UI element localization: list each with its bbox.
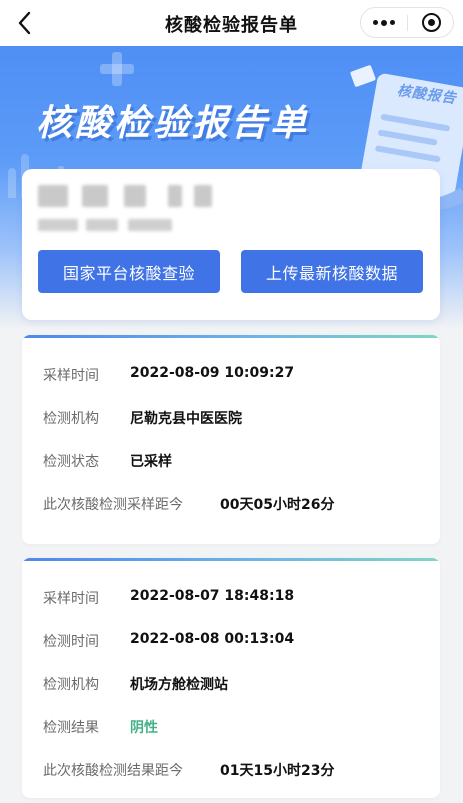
row-value: 2022-08-08 00:13:04: [130, 631, 295, 647]
row-value: 2022-08-09 10:09:27: [130, 365, 295, 381]
row-label: 采样时间: [43, 591, 99, 607]
plus-decoration-icon: [100, 52, 134, 86]
record-row-test-time: 检测时间 2022-08-08 00:13:04: [43, 631, 294, 651]
row-value: 00天05小时26分: [220, 497, 335, 513]
mini-program-capsule: [360, 7, 454, 38]
row-label: 采样时间: [43, 368, 99, 384]
test-record-card[interactable]: 采样时间 2022-08-09 10:09:27 检测机构 尼勒克县中医医院 检…: [22, 335, 440, 544]
card-accent-line: [22, 558, 440, 561]
negative-result-value: 阴性: [130, 720, 158, 736]
row-value: 机场方舱检测站: [130, 677, 228, 693]
more-dots-icon[interactable]: [361, 8, 407, 37]
record-row-sampling-time: 采样时间 2022-08-09 10:09:27: [43, 365, 294, 385]
row-label: 此次核酸检测结果距今: [43, 763, 183, 779]
test-record-card[interactable]: 采样时间 2022-08-07 18:48:18 检测时间 2022-08-08…: [22, 558, 440, 798]
record-row-sampling-time: 采样时间 2022-08-07 18:48:18: [43, 588, 294, 608]
redacted-id-number: [38, 219, 178, 233]
close-circle-icon[interactable]: [408, 8, 454, 37]
row-value: 尼勒克县中医医院: [130, 411, 242, 427]
record-row-elapsed: 此次核酸检测采样距今 00天05小时26分: [43, 494, 334, 514]
hero-title: 核酸检验报告单: [36, 103, 310, 144]
record-row-status: 检测状态 已采样: [43, 451, 172, 471]
row-label: 检测状态: [43, 454, 99, 470]
redacted-user-name: [38, 183, 218, 209]
row-label: 检测结果: [43, 720, 99, 736]
row-value: 01天15小时23分: [220, 763, 335, 779]
record-row-result: 检测结果 阴性: [43, 717, 158, 737]
row-label: 此次核酸检测采样距今: [43, 497, 183, 513]
row-label: 检测机构: [43, 677, 99, 693]
navigation-bar: 核酸检验报告单: [0, 0, 463, 46]
record-row-institution: 检测机构 尼勒克县中医医院: [43, 408, 242, 428]
card-accent-line: [22, 335, 440, 338]
row-label: 检测机构: [43, 411, 99, 427]
row-label: 检测时间: [43, 634, 99, 650]
record-row-institution: 检测机构 机场方舱检测站: [43, 674, 228, 694]
upload-latest-data-button[interactable]: 上传最新核酸数据: [241, 250, 423, 293]
row-value: 已采样: [130, 454, 172, 470]
national-platform-check-button[interactable]: 国家平台核酸查验: [38, 250, 220, 293]
row-value: 2022-08-07 18:48:18: [130, 588, 295, 604]
record-row-elapsed: 此次核酸检测结果距今 01天15小时23分: [43, 760, 334, 780]
user-card: 国家平台核酸查验 上传最新核酸数据: [22, 169, 440, 320]
